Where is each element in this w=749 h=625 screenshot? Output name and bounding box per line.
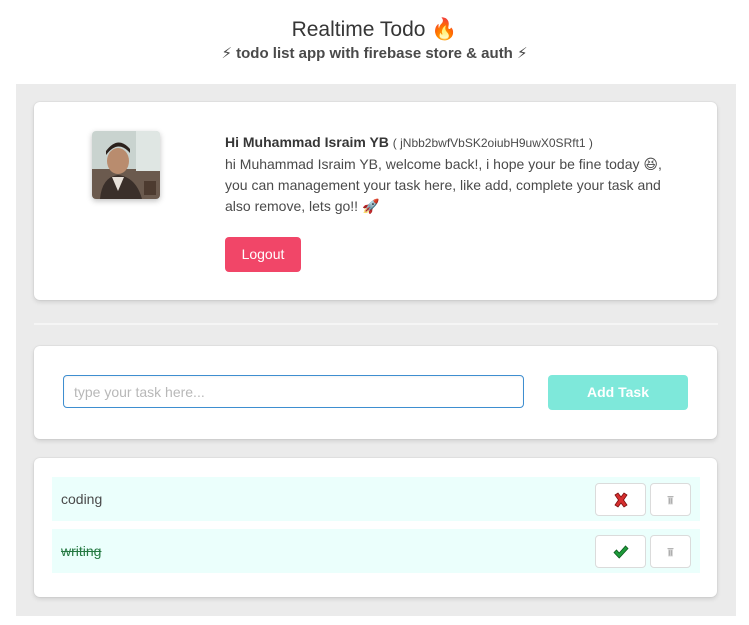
welcome-message: hi Muhammad Israim YB, welcome back!, i … — [225, 156, 662, 214]
add-task-button[interactable]: Add Task — [548, 375, 688, 410]
logout-button[interactable]: Logout — [225, 237, 301, 272]
app-title: Realtime Todo 🔥 — [291, 18, 458, 41]
user-id: ( jNbb2bwfVbSK2oiubH9uwX0SRft1 ) — [392, 136, 593, 150]
profile-info: Hi Muhammad Israim YB ( jNbb2bwfVbSK2oiu… — [225, 132, 685, 217]
trash-icon — [667, 495, 674, 504]
trash-icon — [667, 547, 674, 556]
check-icon — [612, 544, 629, 559]
task-row: writing — [52, 529, 700, 573]
main-container: Hi Muhammad Israim YB ( jNbb2bwfVbSK2oiu… — [16, 84, 736, 616]
task-text: writing — [61, 543, 102, 559]
toggle-complete-button[interactable] — [595, 535, 646, 568]
task-row: coding — [52, 477, 700, 521]
cross-icon — [613, 491, 628, 508]
divider — [34, 323, 718, 325]
task-text: coding — [61, 491, 103, 507]
greeting-name: Hi Muhammad Israim YB — [225, 134, 389, 150]
toggle-complete-button[interactable] — [595, 483, 646, 516]
task-list-card: coding writing — [34, 458, 717, 597]
task-input[interactable] — [63, 375, 524, 408]
add-task-card: Add Task — [34, 346, 717, 439]
avatar — [92, 131, 160, 199]
profile-card: Hi Muhammad Israim YB ( jNbb2bwfVbSK2oiu… — [34, 102, 717, 300]
app-subtitle: ⚡ todo list app with firebase store & au… — [221, 45, 528, 62]
delete-task-button[interactable] — [650, 483, 691, 516]
delete-task-button[interactable] — [650, 535, 691, 568]
